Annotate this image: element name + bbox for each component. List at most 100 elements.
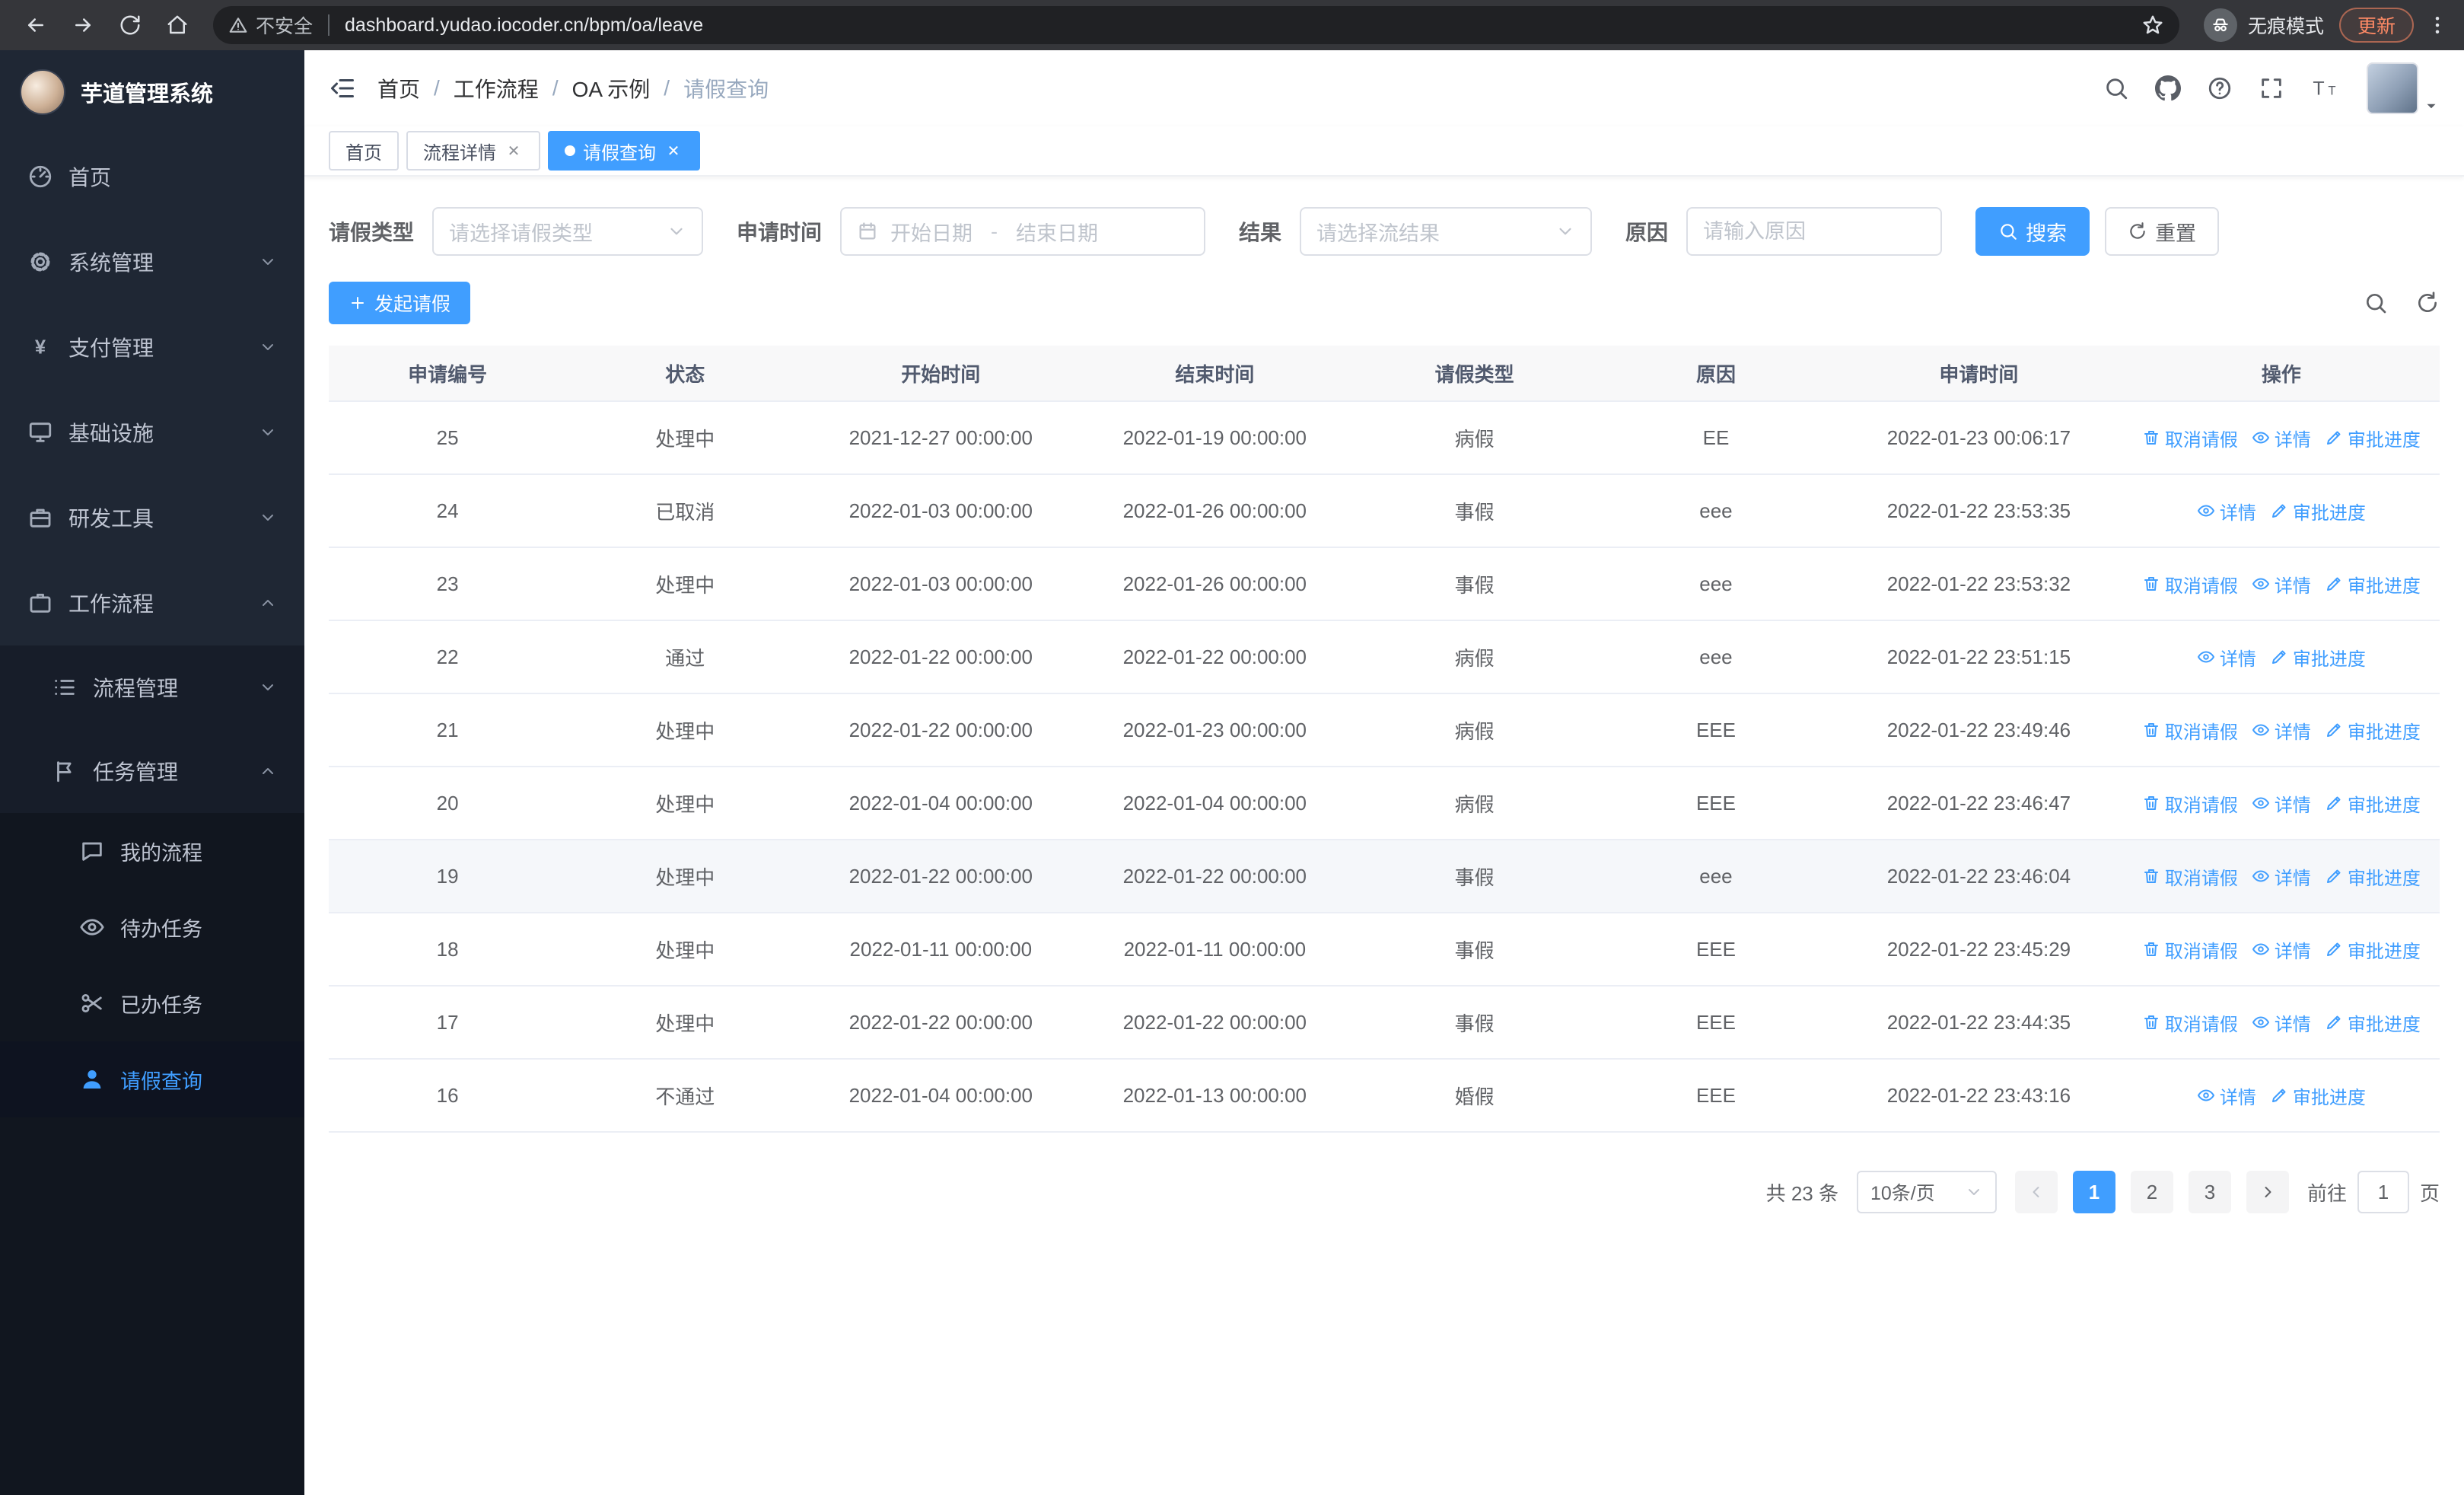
table-row[interactable]: 16 不通过 2022-01-04 00:00:00 2022-01-13 00…: [329, 1060, 2440, 1133]
cancel-leave-link[interactable]: 取消请假: [2142, 425, 2238, 451]
detail-link[interactable]: 详情: [2252, 863, 2311, 890]
cell-leave-type: 事假: [1454, 573, 1495, 597]
sidebar-item-infrastructure[interactable]: 基础设施: [0, 390, 304, 475]
close-tab-icon[interactable]: ✕: [664, 141, 683, 161]
sidebar-item-workflow[interactable]: 工作流程: [0, 560, 304, 645]
sidebar-item-system[interactable]: 系统管理: [0, 219, 304, 304]
user-menu[interactable]: [2367, 62, 2440, 114]
github-icon[interactable]: [2155, 75, 2181, 101]
approval-progress-link[interactable]: 审批进度: [2270, 644, 2366, 671]
cancel-leave-link[interactable]: 取消请假: [2142, 571, 2238, 598]
incognito-profile-chip[interactable]: 无痕模式: [2195, 5, 2333, 45]
approval-progress-link[interactable]: 审批进度: [2325, 1009, 2421, 1036]
table-row[interactable]: 20 处理中 2022-01-04 00:00:00 2022-01-04 00…: [329, 767, 2440, 840]
table-row[interactable]: 23 处理中 2022-01-03 00:00:00 2022-01-26 00…: [329, 548, 2440, 621]
detail-link[interactable]: 详情: [2252, 425, 2311, 451]
page-button-3[interactable]: 3: [2188, 1171, 2231, 1213]
app-logo[interactable]: 芋道管理系统: [0, 50, 304, 134]
browser-menu-icon[interactable]: [2426, 14, 2449, 37]
approval-progress-link[interactable]: 审批进度: [2325, 425, 2421, 451]
leave-type-select[interactable]: 请选择请假类型: [432, 207, 704, 256]
table-row[interactable]: 21 处理中 2022-01-22 00:00:00 2022-01-23 00…: [329, 694, 2440, 767]
tab-leave-query[interactable]: 请假查询 ✕: [548, 131, 700, 171]
table-row[interactable]: 17 处理中 2022-01-22 00:00:00 2022-01-22 00…: [329, 987, 2440, 1060]
cell-reason: EEE: [1695, 1083, 1736, 1107]
table-row[interactable]: 18 处理中 2022-01-11 00:00:00 2022-01-11 00…: [329, 913, 2440, 987]
apply-time-range-picker[interactable]: 开始日期 - 结束日期: [840, 207, 1206, 256]
breadcrumb-home[interactable]: 首页: [377, 73, 420, 104]
approval-progress-link[interactable]: 审批进度: [2325, 936, 2421, 963]
page-button-2[interactable]: 2: [2130, 1171, 2173, 1213]
chevron-up-icon: [259, 762, 277, 780]
approval-progress-link[interactable]: 审批进度: [2325, 571, 2421, 598]
cancel-leave-link[interactable]: 取消请假: [2142, 936, 2238, 963]
page-button-1[interactable]: 1: [2072, 1171, 2115, 1213]
tab-home[interactable]: 首页: [329, 131, 399, 171]
fullscreen-icon[interactable]: [2259, 75, 2284, 101]
detail-link[interactable]: 详情: [2252, 1009, 2311, 1036]
reason-input[interactable]: [1703, 219, 1926, 244]
user-avatar[interactable]: [2367, 62, 2418, 114]
font-size-icon[interactable]: [2310, 75, 2341, 101]
cell-start-time: 2022-01-04 00:00:00: [848, 791, 1033, 814]
browser-update-button[interactable]: 更新: [2338, 8, 2414, 43]
create-leave-button[interactable]: 发起请假: [329, 282, 471, 324]
sidebar-item-payment[interactable]: 支付管理: [0, 304, 304, 390]
prev-page-button[interactable]: [2014, 1171, 2058, 1213]
result-select[interactable]: 请选择流结果: [1300, 207, 1593, 256]
browser-forward-button[interactable]: [62, 5, 103, 46]
table-row[interactable]: 24 已取消 2022-01-03 00:00:00 2022-01-26 00…: [329, 475, 2440, 548]
sidebar-item-todo-tasks[interactable]: 待办任务: [0, 889, 304, 965]
cancel-leave-link[interactable]: 取消请假: [2142, 863, 2238, 890]
bookmark-star-icon[interactable]: [2141, 14, 2164, 37]
table-tools: [2364, 291, 2440, 315]
sidebar-item-leave-query[interactable]: 请假查询: [0, 1041, 304, 1117]
table-row[interactable]: 19 处理中 2022-01-22 00:00:00 2022-01-22 00…: [329, 840, 2440, 913]
browser-home-button[interactable]: [157, 5, 198, 46]
sidebar-item-my-process[interactable]: 我的流程: [0, 813, 304, 889]
toggle-search-icon[interactable]: [2364, 291, 2388, 315]
sidebar-item-home[interactable]: 首页: [0, 134, 304, 219]
sidebar-item-done-tasks[interactable]: 已办任务: [0, 965, 304, 1041]
detail-link[interactable]: 详情: [2197, 1082, 2256, 1109]
range-separator: -: [991, 219, 998, 243]
detail-link[interactable]: 详情: [2252, 936, 2311, 963]
approval-progress-link[interactable]: 审批进度: [2270, 498, 2366, 524]
page-size-select[interactable]: 10条/页: [1856, 1171, 1997, 1213]
breadcrumb-workflow[interactable]: 工作流程: [454, 73, 539, 104]
sidebar-item-process-management[interactable]: 流程管理: [0, 645, 304, 729]
approval-progress-link[interactable]: 审批进度: [2325, 790, 2421, 817]
detail-link[interactable]: 详情: [2252, 790, 2311, 817]
next-page-button[interactable]: [2246, 1171, 2289, 1213]
table-row[interactable]: 22 通过 2022-01-22 00:00:00 2022-01-22 00:…: [329, 621, 2440, 694]
table-row[interactable]: 25 处理中 2021-12-27 00:00:00 2022-01-19 00…: [329, 402, 2440, 475]
cell-apply-no: 17: [436, 1010, 459, 1034]
approval-progress-link[interactable]: 审批进度: [2325, 863, 2421, 890]
browser-back-button[interactable]: [15, 5, 56, 46]
approval-progress-link[interactable]: 审批进度: [2325, 717, 2421, 744]
cancel-leave-link[interactable]: 取消请假: [2142, 790, 2238, 817]
goto-page-input[interactable]: [2357, 1171, 2409, 1213]
sidebar-item-devtools[interactable]: 研发工具: [0, 475, 304, 560]
cancel-leave-link[interactable]: 取消请假: [2142, 1009, 2238, 1036]
address-bar[interactable]: 不安全 dashboard.yudao.iocoder.cn/bpm/oa/le…: [213, 6, 2179, 44]
detail-link[interactable]: 详情: [2252, 571, 2311, 598]
cell-end-time: 2022-01-26 00:00:00: [1122, 499, 1307, 522]
approval-progress-link[interactable]: 审批进度: [2270, 1082, 2366, 1109]
cancel-leave-link[interactable]: 取消请假: [2142, 717, 2238, 744]
search-button[interactable]: 搜索: [1975, 207, 2090, 256]
search-icon[interactable]: [2103, 75, 2129, 101]
detail-link[interactable]: 详情: [2197, 498, 2256, 524]
detail-link[interactable]: 详情: [2197, 644, 2256, 671]
sidebar-item-task-management[interactable]: 任务管理: [0, 729, 304, 813]
reset-button[interactable]: 重置: [2105, 207, 2220, 256]
breadcrumb-oa-example[interactable]: OA 示例: [572, 73, 651, 104]
close-tab-icon[interactable]: ✕: [504, 141, 524, 161]
browser-reload-button[interactable]: [110, 5, 151, 46]
detail-link[interactable]: 详情: [2252, 717, 2311, 744]
tab-process-detail[interactable]: 流程详情 ✕: [406, 131, 540, 171]
sidebar-collapse-icon[interactable]: [329, 75, 356, 102]
refresh-table-icon[interactable]: [2415, 291, 2440, 315]
help-icon[interactable]: [2207, 75, 2233, 101]
site-security-chip[interactable]: 不安全: [228, 11, 313, 39]
